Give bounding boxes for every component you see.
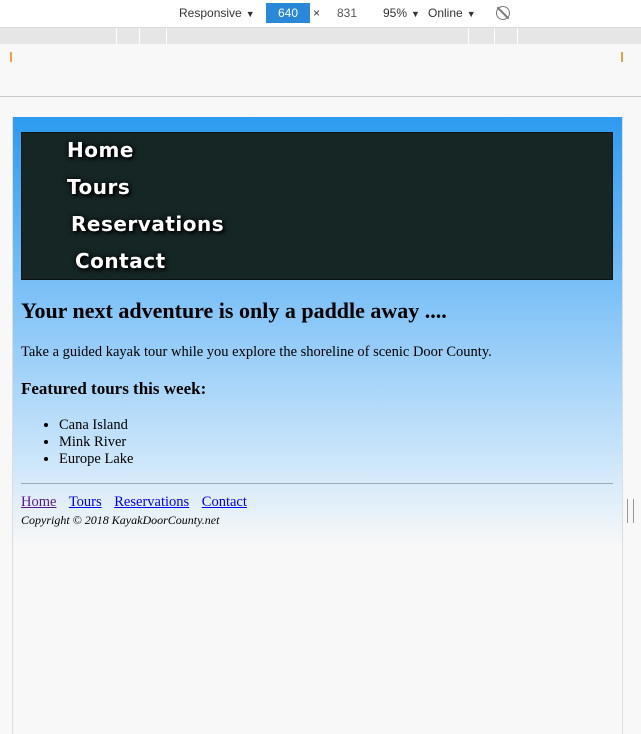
chevron-down-icon: ▼ xyxy=(466,9,476,19)
intro-text: Take a guided kayak tour while you explo… xyxy=(21,344,492,360)
resize-handle[interactable] xyxy=(627,499,634,523)
dimension-separator: × xyxy=(313,6,321,20)
media-query-segment[interactable] xyxy=(139,28,140,44)
rotate-icon[interactable] xyxy=(496,6,510,20)
device-mode-label: Responsive xyxy=(179,6,242,20)
list-item: Cana Island xyxy=(59,417,133,434)
device-toolbar: Responsive ▼ 640 × 831 95% ▼ Online ▼ xyxy=(0,0,641,28)
list-item: Mink River xyxy=(59,434,133,451)
footer-link-home[interactable]: Home xyxy=(21,494,56,510)
zoom-label: 95% xyxy=(383,6,408,20)
ruler-marker xyxy=(621,52,623,62)
device-mode-dropdown[interactable]: Responsive ▼ xyxy=(179,6,255,20)
device-viewport: Home Tours Reservations Contact Your nex… xyxy=(12,117,623,734)
ruler xyxy=(0,44,641,97)
nav-link-reservations[interactable]: Reservations xyxy=(71,212,224,236)
viewport-height-input[interactable]: 831 xyxy=(326,3,368,23)
footer-link-reservations[interactable]: Reservations xyxy=(114,494,189,510)
list-item: Europe Lake xyxy=(59,451,133,468)
chevron-down-icon: ▼ xyxy=(245,9,255,19)
media-query-bar[interactable] xyxy=(0,28,641,44)
footer-link-tours[interactable]: Tours xyxy=(69,494,102,510)
page-headline: Your next adventure is only a paddle awa… xyxy=(21,298,447,323)
divider xyxy=(21,483,613,484)
featured-heading: Featured tours this week: xyxy=(21,379,207,398)
site-nav: Home Tours Reservations Contact xyxy=(21,132,613,280)
media-query-segment[interactable] xyxy=(166,28,167,44)
featured-tours-list: Cana Island Mink River Europe Lake xyxy=(39,417,133,468)
media-query-segment[interactable] xyxy=(116,28,117,44)
viewport-width-input[interactable]: 640 xyxy=(266,3,310,23)
media-query-segment[interactable] xyxy=(494,28,495,44)
network-label: Online xyxy=(428,6,463,20)
media-query-segment[interactable] xyxy=(468,28,469,44)
nav-link-contact[interactable]: Contact xyxy=(75,249,166,273)
nav-link-home[interactable]: Home xyxy=(67,138,134,162)
footer-link-contact[interactable]: Contact xyxy=(202,494,247,510)
zoom-dropdown[interactable]: 95% ▼ xyxy=(383,6,420,20)
footer-nav: Home Tours Reservations Contact xyxy=(21,494,256,511)
media-query-segment[interactable] xyxy=(517,28,518,44)
copyright-text: Copyright © 2018 KayakDoorCounty.net xyxy=(21,513,220,527)
chevron-down-icon: ▼ xyxy=(411,9,420,19)
ruler-marker xyxy=(10,52,12,62)
network-throttle-dropdown[interactable]: Online ▼ xyxy=(428,6,476,20)
nav-link-tours[interactable]: Tours xyxy=(67,175,130,199)
